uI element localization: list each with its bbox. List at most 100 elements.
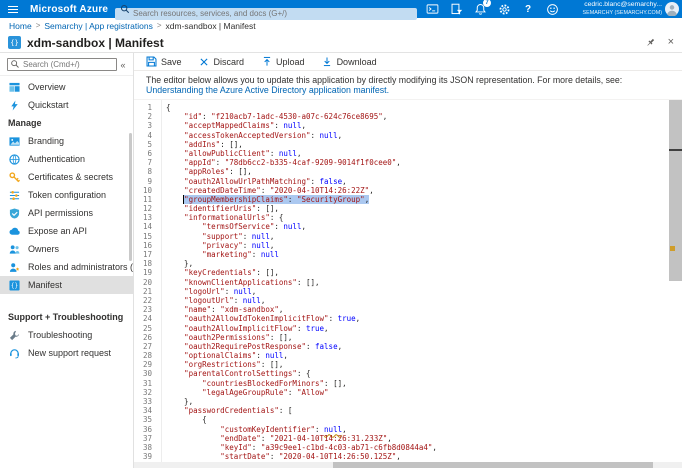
code-token: [], bbox=[265, 360, 283, 369]
global-search-input[interactable] bbox=[115, 8, 417, 20]
line-content[interactable]: "orgRestrictions": [], bbox=[152, 360, 283, 369]
code-token: "createdDateTime" bbox=[184, 186, 261, 195]
line-content[interactable]: { bbox=[152, 415, 207, 424]
line-content[interactable]: "createdDateTime": "2020-04-10T14:26:22Z… bbox=[152, 186, 374, 195]
line-content[interactable]: "oauth2Permissions": [], bbox=[152, 333, 292, 342]
line-content[interactable]: "marketing": null bbox=[152, 250, 279, 259]
sidebar-item-new-support-request[interactable]: New support request bbox=[0, 344, 133, 362]
code-token: , bbox=[279, 305, 284, 314]
line-content[interactable]: "support": null, bbox=[152, 232, 274, 241]
line-content[interactable]: "logoutUrl": null, bbox=[152, 296, 265, 305]
editor-line: 31 "countriesBlockedForMinors": [], bbox=[134, 379, 669, 388]
code-token: "xdm-sandbox" bbox=[220, 305, 279, 314]
sidebar-item-token-configuration[interactable]: Token configuration bbox=[0, 186, 133, 204]
line-content[interactable]: "oauth2AllowUrlPathMatching": false, bbox=[152, 177, 347, 186]
save-button[interactable]: Save bbox=[146, 56, 182, 67]
breadcrumb-item-home[interactable]: Home bbox=[9, 21, 32, 31]
svg-text:{}: {} bbox=[11, 282, 18, 289]
editor-line: 17 "marketing": null bbox=[134, 250, 669, 259]
pin-icon[interactable] bbox=[645, 37, 656, 48]
line-content[interactable]: "endDate": "2021-04-10T14:26:31.233Z", bbox=[152, 434, 392, 443]
code-token bbox=[166, 388, 202, 397]
code-token: { bbox=[166, 415, 207, 424]
sidebar-item-overview[interactable]: Overview bbox=[0, 78, 133, 96]
api-permissions-icon bbox=[9, 208, 20, 219]
line-content[interactable]: }, bbox=[152, 397, 193, 406]
line-content[interactable]: "informationalUrls": { bbox=[152, 213, 283, 222]
sidebar-item-quickstart[interactable]: Quickstart bbox=[0, 96, 133, 114]
sidebar-scrollbar[interactable] bbox=[129, 133, 132, 261]
line-content[interactable]: "accessTokenAcceptedVersion": null, bbox=[152, 131, 342, 140]
manifest-docs-link[interactable]: Understanding the Azure Active Directory… bbox=[146, 85, 389, 95]
sidebar-item-roles-and-administrators-previ[interactable]: Roles and administrators (Previ... bbox=[0, 258, 133, 276]
line-content[interactable]: "keyId": "a39c9ee1-c1bd-4c03-ab71-c6fb8d… bbox=[152, 443, 437, 452]
sidebar-item-api-permissions[interactable]: API permissions bbox=[0, 204, 133, 222]
command-toolbar: Save Discard Upload Download bbox=[134, 53, 682, 71]
line-content[interactable]: "keyCredentials": [], bbox=[152, 268, 279, 277]
line-content[interactable]: "oauth2RequirePostResponse": false, bbox=[152, 342, 342, 351]
account-menu[interactable]: cedric.blanc@semarchy... SEMARCHY (SEMAR… bbox=[583, 1, 662, 17]
code-token bbox=[166, 333, 184, 342]
line-content[interactable]: "oauth2AllowImplicitFlow": true, bbox=[152, 324, 329, 333]
code-token bbox=[166, 434, 220, 443]
notifications-bell-icon[interactable]: 7 bbox=[473, 2, 487, 16]
line-content[interactable]: "logoUrl": null, bbox=[152, 287, 256, 296]
sidebar-item-authentication[interactable]: Authentication bbox=[0, 150, 133, 168]
upload-button[interactable]: Upload bbox=[261, 56, 305, 67]
directory-filter-icon[interactable] bbox=[449, 2, 463, 16]
line-content[interactable]: "parentalControlSettings": { bbox=[152, 369, 311, 378]
line-content[interactable]: }, bbox=[152, 259, 193, 268]
line-content[interactable]: { bbox=[152, 103, 171, 112]
discard-button[interactable]: Discard bbox=[199, 56, 245, 67]
line-content[interactable]: "oauth2AllowIdTokenImplicitFlow": true, bbox=[152, 314, 360, 323]
horizontal-scrollbar-thumb[interactable] bbox=[333, 462, 653, 468]
line-content[interactable]: "addIns": [], bbox=[152, 140, 243, 149]
sidebar-item-owners[interactable]: Owners bbox=[0, 240, 133, 258]
code-token bbox=[166, 158, 184, 167]
breadcrumb-separator: > bbox=[157, 21, 162, 30]
line-content[interactable]: "allowPublicClient": null, bbox=[152, 149, 301, 158]
hamburger-menu-icon[interactable] bbox=[0, 0, 26, 18]
settings-gear-icon[interactable] bbox=[497, 2, 511, 16]
line-content[interactable]: "privacy": null, bbox=[152, 241, 274, 250]
sidebar-item-expose-an-api[interactable]: Expose an API bbox=[0, 222, 133, 240]
close-icon[interactable]: × bbox=[668, 37, 674, 48]
line-content[interactable]: "customKeyIdentifier": null, bbox=[152, 425, 347, 434]
editor-vertical-scrollbar[interactable] bbox=[669, 100, 682, 468]
line-content[interactable]: "countriesBlockedForMinors": [], bbox=[152, 379, 347, 388]
line-content[interactable]: "identifierUris": [], bbox=[152, 204, 279, 213]
sidebar-item-manifest[interactable]: {}Manifest bbox=[0, 276, 133, 294]
sidebar-item-label: New support request bbox=[28, 348, 111, 358]
line-content[interactable]: "name": "xdm-sandbox", bbox=[152, 305, 283, 314]
sidebar-search-input[interactable] bbox=[7, 58, 117, 71]
code-token: "marketing" bbox=[202, 250, 252, 259]
sidebar-item-troubleshooting[interactable]: Troubleshooting bbox=[0, 326, 133, 344]
certificates-icon bbox=[9, 172, 20, 183]
feedback-smiley-icon[interactable] bbox=[545, 2, 559, 16]
global-search[interactable] bbox=[115, 3, 417, 15]
editor-line: 22 "logoutUrl": null, bbox=[134, 296, 669, 305]
line-content[interactable]: "groupMembershipClaims": "SecurityGroup"… bbox=[152, 195, 369, 204]
editor-horizontal-scrollbar[interactable] bbox=[134, 462, 682, 468]
line-content[interactable]: "knownClientApplications": [], bbox=[152, 278, 320, 287]
download-button[interactable]: Download bbox=[322, 56, 377, 67]
sidebar-collapse-button[interactable]: « bbox=[117, 60, 129, 70]
breadcrumb-item-semarchy-app-registrations[interactable]: Semarchy | App registrations bbox=[44, 21, 153, 31]
cloud-shell-icon[interactable] bbox=[425, 2, 439, 16]
line-content[interactable]: "id": "f210acb7-1adc-4530-a07c-624c76ce8… bbox=[152, 112, 387, 121]
json-editor[interactable]: 1{2 "id": "f210acb7-1adc-4530-a07c-624c7… bbox=[134, 99, 682, 468]
line-content[interactable]: "startDate": "2020-04-10T14:26:50.125Z", bbox=[152, 452, 401, 461]
sidebar-item-certificates-secrets[interactable]: Certificates & secrets bbox=[0, 168, 133, 186]
line-content[interactable]: "termsOfService": null, bbox=[152, 222, 306, 231]
help-icon[interactable]: ? bbox=[521, 2, 535, 16]
line-content[interactable]: "passwordCredentials": [ bbox=[152, 406, 292, 415]
line-content[interactable]: "appId": "78db6cc2-b335-4caf-9209-9014f1… bbox=[152, 158, 401, 167]
vertical-scrollbar-thumb[interactable] bbox=[669, 100, 682, 281]
line-content[interactable]: "legalAgeGroupRule": "Allow" bbox=[152, 388, 329, 397]
sidebar-item-branding[interactable]: Branding bbox=[0, 132, 133, 150]
line-content[interactable]: "optionalClaims": null, bbox=[152, 351, 288, 360]
line-content[interactable]: "appRoles": [], bbox=[152, 167, 252, 176]
avatar[interactable] bbox=[665, 2, 679, 16]
code-token bbox=[166, 167, 184, 176]
line-content[interactable]: "acceptMappedClaims": null, bbox=[152, 121, 306, 130]
